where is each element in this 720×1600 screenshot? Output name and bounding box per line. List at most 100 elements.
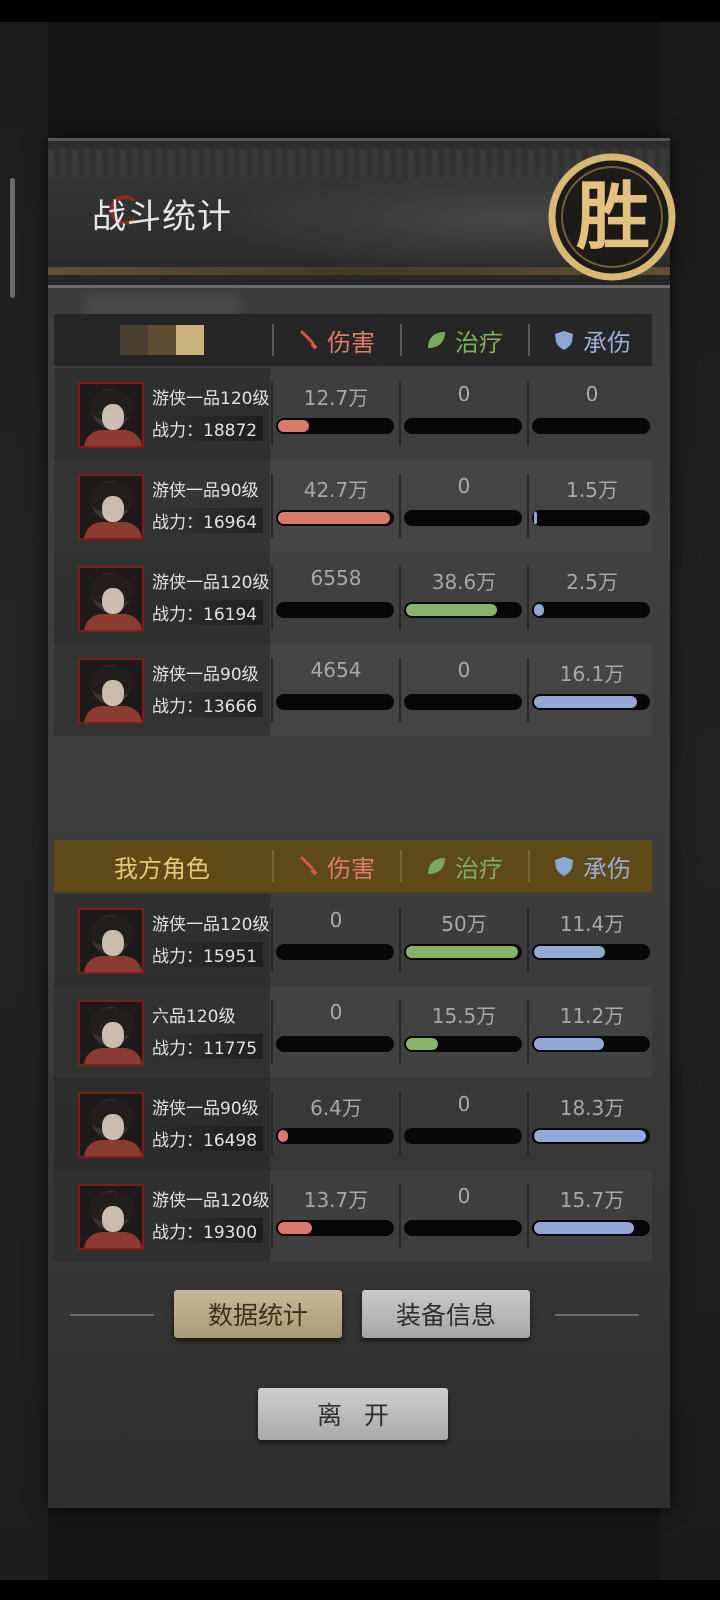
damage-value: 0 [329,908,343,932]
character-power: 战力：13666 [152,692,264,717]
leave-button[interactable]: 离开 [258,1388,448,1440]
damage-value: 13.7万 [303,1188,369,1212]
column-tank: 承伤 [528,314,656,366]
heal-bar [404,1128,522,1144]
damage-bar-fill [278,1130,288,1142]
character-rank: 游侠一品90级 [152,665,259,685]
column-damage: 伤害 [272,840,400,892]
character-rank: 游侠一品90级 [152,1099,259,1119]
footer-divider-right [555,1314,639,1316]
character-avatar[interactable] [78,1092,144,1158]
enemy-emblem-icon [120,325,204,355]
damage-cell: 6.4万 [271,1078,400,1170]
ally-table-row[interactable]: 六品120级 战力：11775 0 15.5万 11.2万 [54,986,652,1078]
damage-value: 6558 [310,566,362,590]
ally-table-header: 我方角色 伤害 治疗 承伤 [54,840,652,892]
enemy-table-row[interactable]: 游侠一品120级 战力：18872 12.7万 0 0 [54,368,652,460]
damage-value: 4654 [310,658,362,682]
heal-bar [404,418,522,434]
tank-cell: 11.4万 [527,894,656,986]
ally-label-cell: 我方角色 [54,840,270,892]
character-avatar[interactable] [78,658,144,724]
damage-bar [276,418,394,434]
tank-bar-fill [534,1222,634,1234]
heal-value: 15.5万 [431,1004,497,1028]
tank-cell: 0 [527,368,656,460]
tank-value: 11.4万 [559,912,625,936]
character-rank: 游侠一品120级 [152,389,270,409]
footer-divider-left [70,1314,154,1316]
damage-value: 0 [329,1000,343,1024]
character-info: 游侠一品90级战力：13666 [54,644,270,736]
heal-value: 50万 [441,912,487,936]
character-info: 游侠一品120级 战力：16194 [54,552,270,644]
shield-icon [555,857,573,876]
tank-cell: 18.3万 [527,1078,656,1170]
data-stats-button[interactable]: 数据统计 [174,1290,342,1338]
damage-bar [276,602,394,618]
heal-bar-fill [406,604,497,616]
scroll-indicator[interactable] [10,178,15,298]
victory-badge: 胜 [548,153,676,281]
tank-bar-fill [534,512,537,524]
tank-bar [532,694,650,710]
heal-value: 0 [457,474,471,498]
ally-table-row[interactable]: 游侠一品90级 战力：16498 6.4万 0 18.3万 [54,1078,652,1170]
heal-cell: 15.5万 [399,986,528,1078]
character-info: 六品120级 战力：11775 [54,986,270,1078]
damage-cell: 0 [271,986,400,1078]
damage-cell: 4654 [271,644,400,736]
heal-bar-fill [406,1038,438,1050]
tank-value: 2.5万 [566,570,618,594]
column-heal: 治疗 [400,840,528,892]
navigation-bar [0,1580,720,1600]
damage-bar-fill [278,1222,312,1234]
leaf-icon [428,332,445,348]
damage-cell: 0 [271,894,400,986]
tank-cell: 15.7万 [527,1170,656,1262]
character-avatar[interactable] [78,566,144,632]
damage-bar-fill [278,420,309,432]
character-avatar[interactable] [78,382,144,448]
equipment-info-button[interactable]: 装备信息 [362,1290,530,1338]
ally-table-row[interactable]: 游侠一品120级 战力：19300 13.7万 0 15.7万 [54,1170,652,1262]
character-avatar[interactable] [78,1000,144,1066]
tank-cell: 16.1万 [527,644,656,736]
enemy-table-row[interactable]: 游侠一品90级 战力：13666 4654 0 16.1万 [54,644,652,736]
damage-value: 42.7万 [303,478,369,502]
damage-cell: 6558 [271,552,400,644]
heal-cell: 0 [399,1078,528,1170]
ally-table-row[interactable]: 游侠一品120级 战力：15951 0 50万 11.4万 [54,894,652,986]
heal-cell: 0 [399,460,528,552]
character-power: 战力：16964 [152,508,264,533]
enemy-table-row[interactable]: 游侠一品90级 战力：16964 42.7万 0 1.5万 [54,460,652,552]
tank-bar [532,418,650,434]
tank-value: 15.7万 [559,1188,625,1212]
character-rank: 游侠一品120级 [152,1191,270,1211]
character-power: 战力：11775 [152,1034,264,1059]
damage-bar [276,944,394,960]
heal-bar [404,602,522,618]
damage-bar [276,1128,394,1144]
character-avatar[interactable] [78,474,144,540]
page-title: 战斗统计 [92,197,232,237]
heal-value: 0 [457,1092,471,1116]
sword-icon [300,330,318,350]
character-avatar[interactable] [78,1184,144,1250]
damage-bar [276,694,394,710]
status-bar [0,0,720,22]
damage-bar [276,1036,394,1052]
character-info: 游侠一品120级 战力：15951 [54,894,270,986]
tank-bar-fill [534,1038,604,1050]
tank-cell: 2.5万 [527,552,656,644]
character-avatar[interactable] [78,908,144,974]
heal-cell: 38.6万 [399,552,528,644]
heal-bar [404,944,522,960]
tank-bar-fill [534,946,605,958]
tank-bar [532,944,650,960]
character-rank: 游侠一品90级 [152,481,259,501]
tank-bar-fill [534,1130,646,1142]
tank-bar [532,1220,650,1236]
enemy-table-row[interactable]: 游侠一品120级 战力：16194 6558 38.6万 2.5万 [54,552,652,644]
shield-icon [555,331,573,350]
